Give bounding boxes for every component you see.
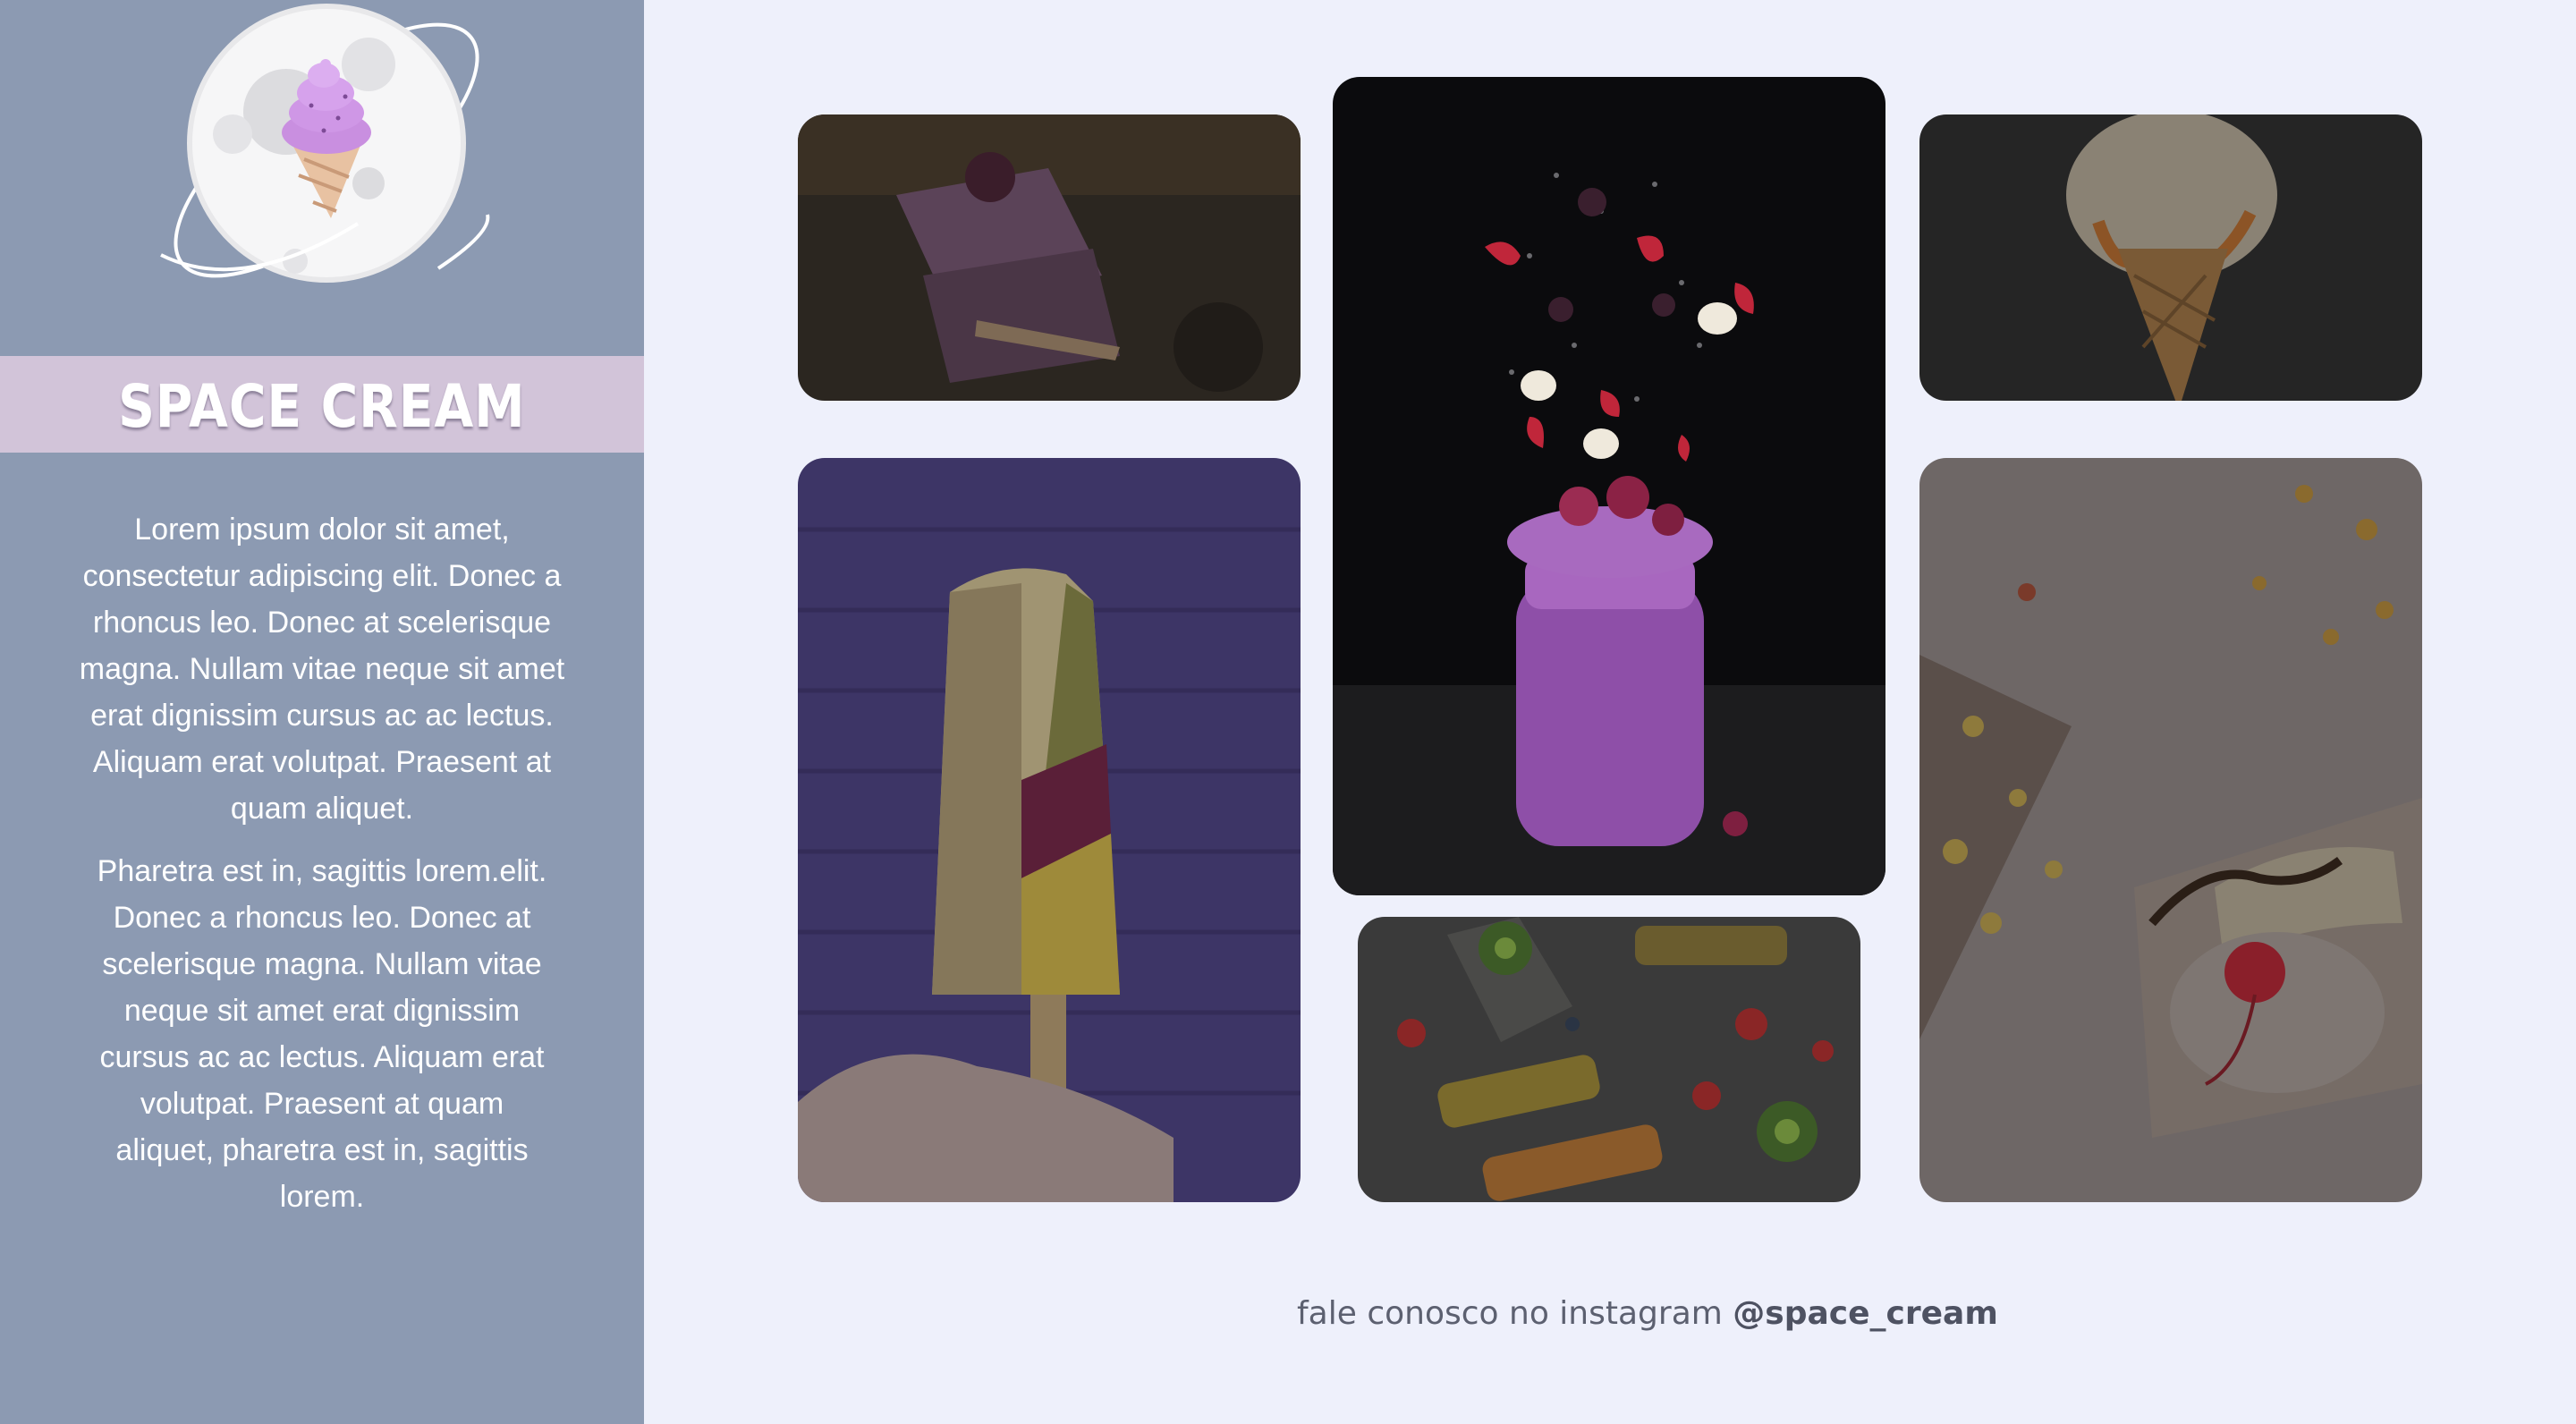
photo-peanut-popsicle[interactable] <box>798 458 1301 1202</box>
brand-banner: SPACE CREAM <box>0 356 644 453</box>
about-paragraph-1: Lorem ipsum dolor sit amet, consectetur … <box>79 513 565 826</box>
instagram-text: fale conosco no instagram <box>1297 1295 1723 1332</box>
instagram-handle-link[interactable]: @space_cream <box>1733 1295 1998 1332</box>
instagram-caption: fale conosco no instagram @space_cream <box>1297 1295 1998 1332</box>
about-paragraph-2: Pharetra est in, sagittis lorem.elit. Do… <box>97 854 547 1214</box>
photo-ice-cream-bars[interactable] <box>798 114 1301 401</box>
photo-smoothie-jar[interactable] <box>1333 77 1885 895</box>
photo-ice-cream-cone[interactable] <box>1919 114 2422 401</box>
photo-banana-split[interactable] <box>1919 458 2422 1202</box>
brand-title: SPACE CREAM <box>118 371 526 441</box>
ice-cream-planet-icon[interactable] <box>134 0 519 295</box>
sidebar: SPACE CREAM Lorem ipsum dolor sit amet, … <box>0 0 644 1424</box>
about-text: Lorem ipsum dolor sit amet, consectetur … <box>77 506 567 1236</box>
photo-fruit-popsicles[interactable] <box>1358 917 1860 1202</box>
